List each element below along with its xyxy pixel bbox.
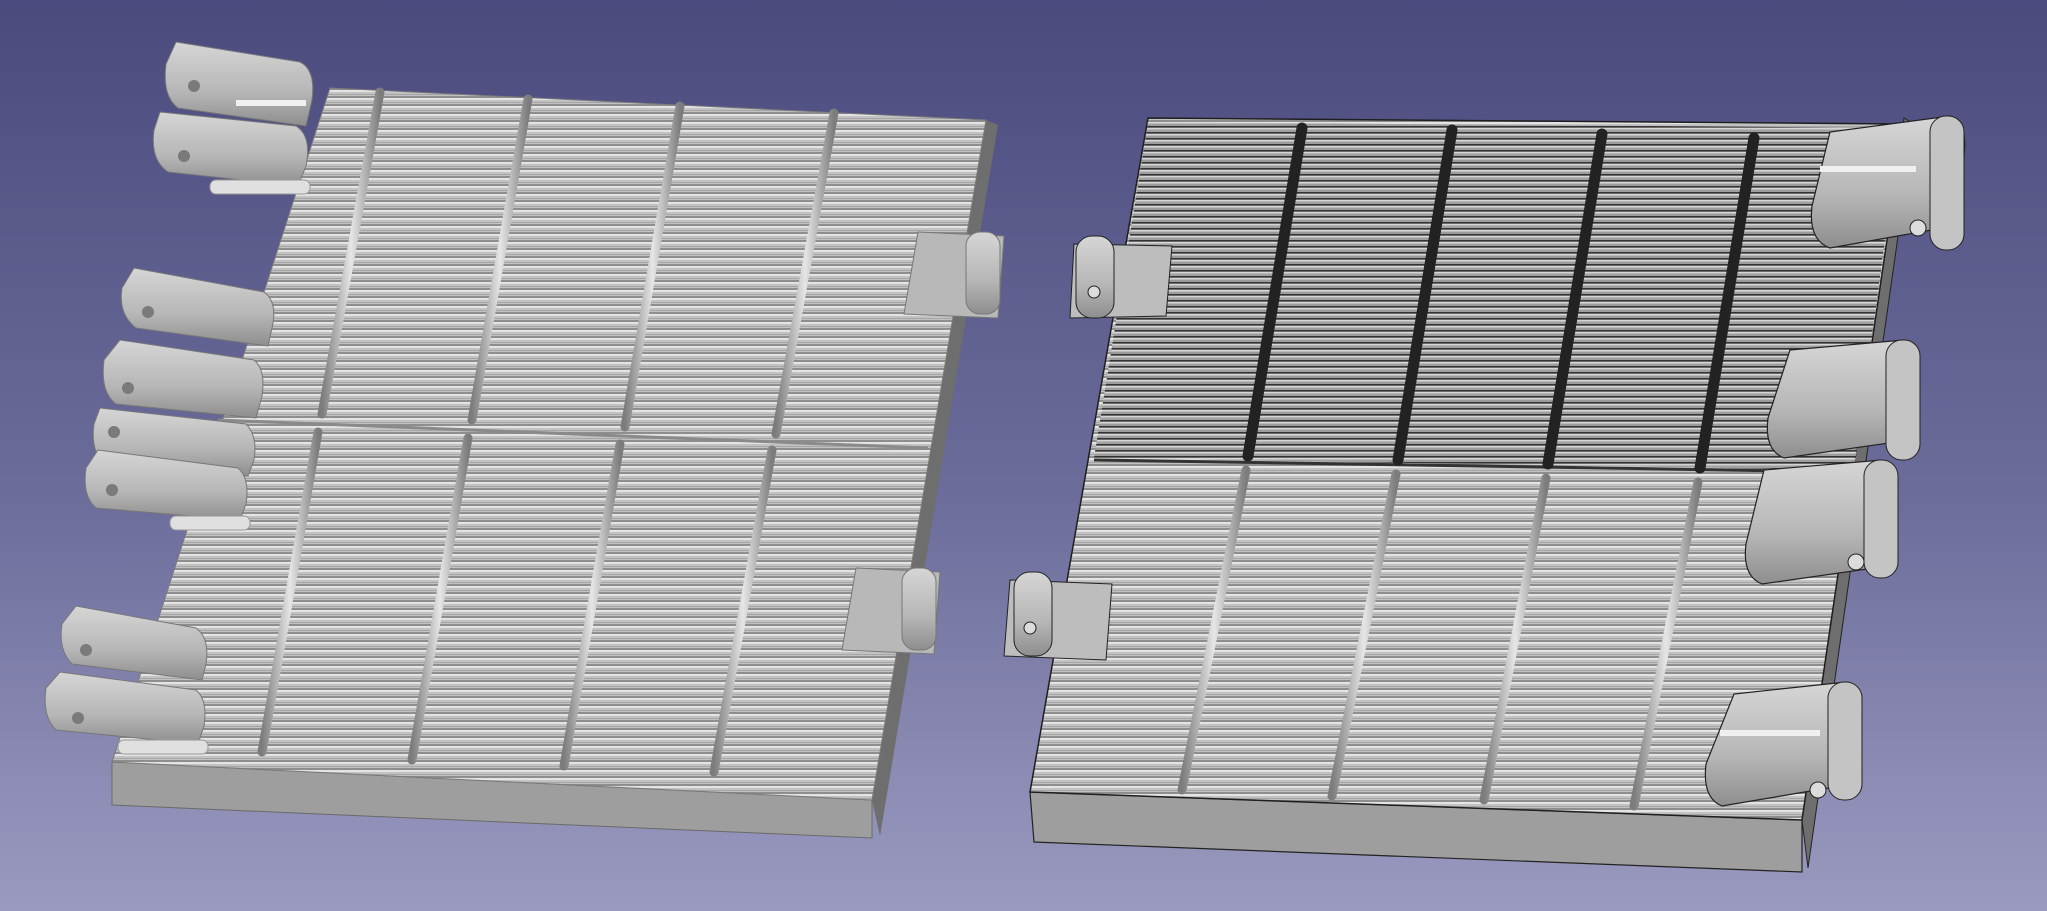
panel-right[interactable] (1003, 115, 1966, 873)
panel-left-clip-1[interactable] (903, 231, 1005, 319)
3d-viewport[interactable] (0, 0, 2047, 911)
panel-left-clip-2[interactable] (841, 567, 941, 655)
scene-canvas[interactable] (0, 0, 2047, 911)
panel-right-clip-1[interactable] (1069, 235, 1173, 319)
panel-left[interactable] (44, 41, 1005, 839)
panel-right-hinge-1[interactable] (1810, 115, 1966, 251)
panel-left-hinge-1[interactable] (152, 41, 314, 195)
panel-left-hinge-2[interactable] (84, 267, 275, 531)
panel-right-clip-2[interactable] (1003, 571, 1113, 661)
